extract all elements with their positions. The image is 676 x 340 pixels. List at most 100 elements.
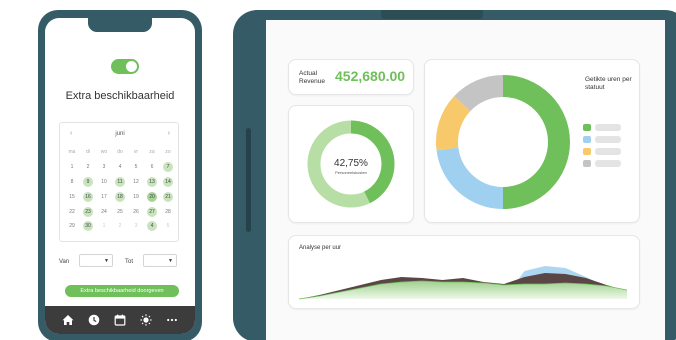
home-icon[interactable] bbox=[62, 314, 74, 326]
pie-slice-3[interactable] bbox=[454, 75, 504, 112]
calendar-icon[interactable] bbox=[114, 314, 126, 326]
revenue-card: Actual Revenue 452,680.00 bbox=[288, 59, 414, 95]
legend-swatch bbox=[583, 124, 591, 131]
calendar-day[interactable]: 3 bbox=[128, 219, 144, 234]
calendar-day[interactable]: 12 bbox=[128, 175, 144, 190]
calendar-day-number: 3 bbox=[102, 164, 106, 171]
calendar-day-number: 2 bbox=[86, 164, 90, 171]
calendar-day-number: 21 bbox=[163, 191, 173, 202]
tablet-side-button bbox=[246, 128, 251, 232]
calendar-day[interactable]: 6 bbox=[144, 160, 160, 175]
pie-title: Getikte uren per statuut bbox=[585, 76, 632, 91]
gauge-label: Personeelskosten bbox=[335, 170, 367, 175]
calendar-day[interactable]: 18 bbox=[112, 189, 128, 204]
calendar-day-number: 6 bbox=[150, 164, 154, 171]
calendar-day[interactable]: 5 bbox=[160, 219, 176, 234]
calendar-day[interactable]: 24 bbox=[96, 204, 112, 219]
calendar-day[interactable]: 27 bbox=[144, 204, 160, 219]
legend-item bbox=[583, 147, 623, 156]
calendar-day[interactable]: 9 bbox=[80, 175, 96, 190]
calendar-day[interactable]: 10 bbox=[96, 175, 112, 190]
calendar-day[interactable]: 17 bbox=[96, 189, 112, 204]
calendar-day[interactable]: 2 bbox=[80, 160, 96, 175]
calendar-day[interactable]: 19 bbox=[128, 189, 144, 204]
calendar-day[interactable]: 2 bbox=[112, 219, 128, 234]
pie-slice-2[interactable] bbox=[436, 96, 471, 151]
legend-item bbox=[583, 135, 623, 144]
more-icon[interactable] bbox=[166, 314, 178, 326]
donut-chart bbox=[436, 75, 570, 209]
calendar-month: juni bbox=[115, 131, 125, 137]
calendar-day[interactable]: 29 bbox=[64, 219, 80, 234]
pie-slice-0[interactable] bbox=[502, 75, 570, 209]
from-label: Van bbox=[59, 259, 70, 265]
calendar-day-number: 25 bbox=[117, 208, 123, 215]
calendar-day[interactable]: 25 bbox=[112, 204, 128, 219]
availability-toggle[interactable] bbox=[111, 59, 139, 74]
sun-icon[interactable] bbox=[140, 314, 152, 326]
calendar-day[interactable]: 5 bbox=[128, 160, 144, 175]
calendar-day-number: 5 bbox=[134, 164, 138, 171]
pie-slice-1[interactable] bbox=[436, 147, 504, 209]
calendar-day[interactable]: 15 bbox=[64, 189, 80, 204]
calendar-day-number: 17 bbox=[101, 193, 107, 200]
gauge-percentage: 42,75% bbox=[334, 158, 368, 169]
calendar-day-number: 4 bbox=[118, 164, 122, 171]
calendar-day[interactable]: 28 bbox=[160, 204, 176, 219]
calendar-day-number: 12 bbox=[133, 178, 139, 185]
calendar-day[interactable]: 21 bbox=[160, 189, 176, 204]
calendar-day-number: 20 bbox=[147, 191, 157, 202]
calendar-day-number: 2 bbox=[118, 223, 122, 230]
calendar-day-number: 7 bbox=[163, 162, 173, 173]
calendar-day-number: 8 bbox=[70, 178, 74, 185]
revenue-label: Actual Revenue bbox=[299, 70, 326, 85]
legend-label-placeholder bbox=[595, 124, 621, 131]
legend-label-placeholder bbox=[595, 148, 621, 155]
calendar-day[interactable]: 4 bbox=[112, 160, 128, 175]
calendar-day[interactable]: 22 bbox=[64, 204, 80, 219]
clock-icon[interactable] bbox=[88, 314, 100, 326]
calendar-day[interactable]: 7 bbox=[160, 160, 176, 175]
dashboard-screen: Actual Revenue 452,680.00 42,75% Persone… bbox=[266, 20, 665, 340]
calendar-day-number: 5 bbox=[166, 223, 170, 230]
tablet-top-button bbox=[381, 10, 483, 19]
calendar-day-number: 10 bbox=[101, 178, 107, 185]
legend-swatch bbox=[583, 160, 591, 167]
calendar-day-number: 15 bbox=[69, 193, 75, 200]
page-title: Extra beschikbaarheid bbox=[65, 90, 175, 102]
calendar-day-number: 11 bbox=[115, 176, 125, 187]
calendar-day[interactable]: 16 bbox=[80, 189, 96, 204]
from-select[interactable]: ▼ bbox=[79, 254, 113, 267]
phone-screen: Extra beschikbaarheid ‹ juni › ma di wo do v… bbox=[45, 18, 195, 334]
calendar-day[interactable]: 11 bbox=[112, 175, 128, 190]
to-select[interactable]: ▼ bbox=[143, 254, 177, 267]
calendar-day-number: 1 bbox=[102, 223, 106, 230]
calendar-day[interactable]: 4 bbox=[144, 219, 160, 234]
calendar-day[interactable]: 3 bbox=[96, 160, 112, 175]
calendar-day-number: 19 bbox=[133, 193, 139, 200]
calendar-day[interactable]: 8 bbox=[64, 175, 80, 190]
personnel-cost-card: 42,75% Personeelskosten bbox=[288, 105, 414, 223]
legend-label-placeholder bbox=[595, 160, 621, 167]
calendar-day[interactable]: 30 bbox=[80, 219, 96, 234]
calendar-day[interactable]: 23 bbox=[80, 204, 96, 219]
chevron-right-icon[interactable]: › bbox=[168, 130, 170, 137]
bottom-tab-bar bbox=[45, 306, 195, 334]
submit-availability-button[interactable]: Extra beschikbaarheid doorgeven bbox=[65, 285, 179, 297]
calendar-day[interactable]: 1 bbox=[64, 160, 80, 175]
calendar-day[interactable]: 20 bbox=[144, 189, 160, 204]
calendar-day[interactable]: 1 bbox=[96, 219, 112, 234]
calendar-day[interactable]: 13 bbox=[144, 175, 160, 190]
legend-swatch bbox=[583, 148, 591, 155]
weekday-label: za bbox=[149, 149, 155, 156]
legend-label-placeholder bbox=[595, 136, 621, 143]
calendar-day[interactable]: 14 bbox=[160, 175, 176, 190]
calendar-day-number: 27 bbox=[147, 206, 157, 217]
weekday-label: wo bbox=[100, 149, 108, 156]
calendar-day-number: 9 bbox=[83, 176, 93, 187]
calendar-day[interactable]: 26 bbox=[128, 204, 144, 219]
calendar-day-number: 29 bbox=[69, 223, 75, 230]
calendar-day-number: 24 bbox=[101, 208, 107, 215]
calendar-day-number: 28 bbox=[165, 208, 171, 215]
calendar-day-number: 30 bbox=[83, 221, 93, 232]
